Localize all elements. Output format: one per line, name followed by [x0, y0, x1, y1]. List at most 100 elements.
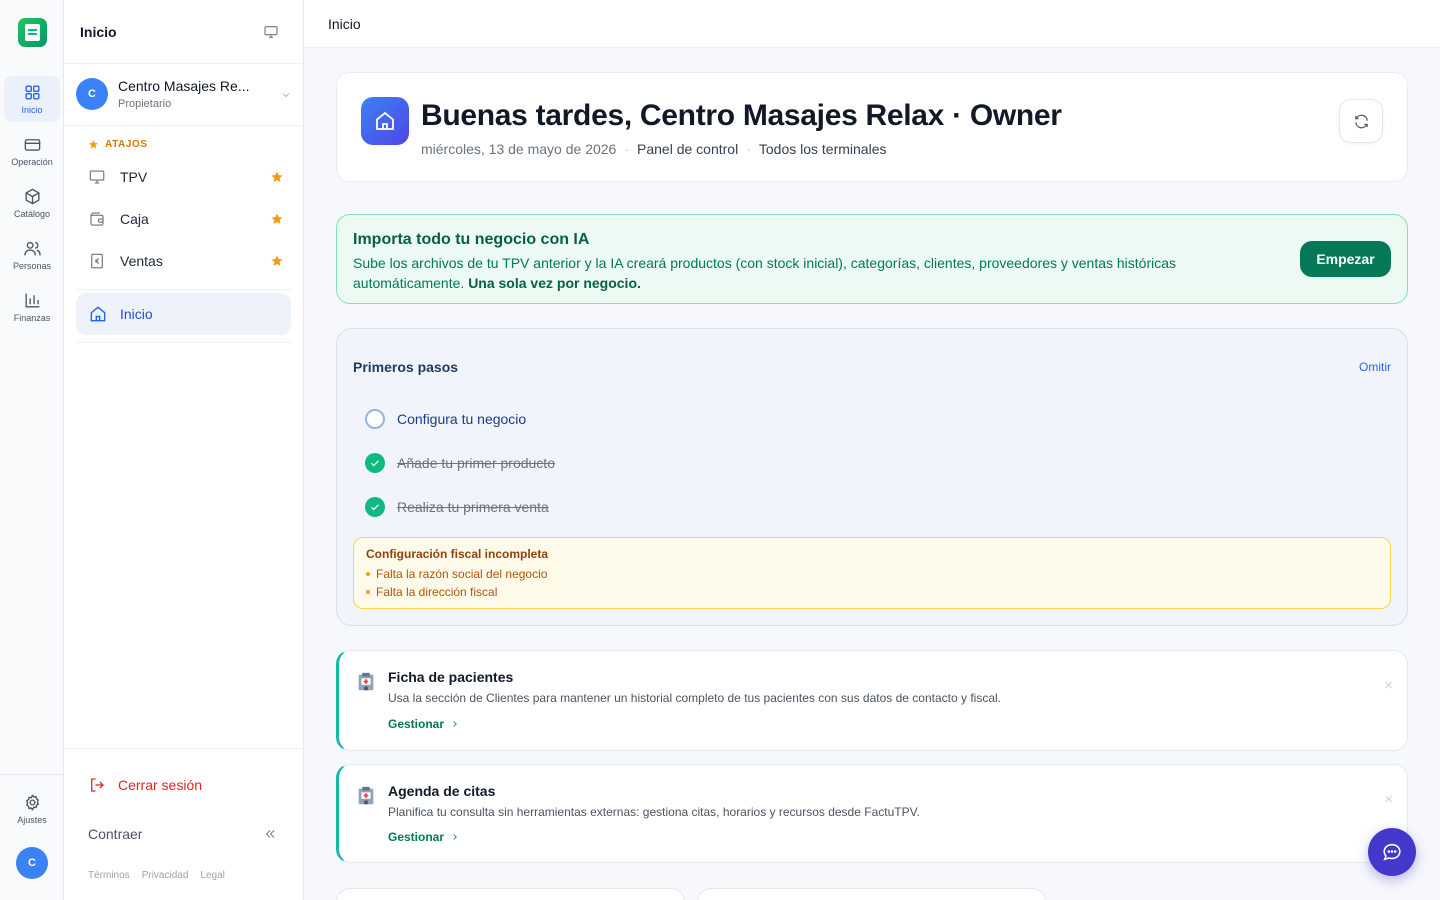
ai-import-banner: Importa todo tu negocio con IA Sube los … [336, 214, 1408, 304]
greeting-card: Buenas tardes, Centro Masajes Relax · Ow… [336, 72, 1408, 182]
manage-link[interactable]: Gestionar [388, 717, 460, 731]
shortcut-label: TPV [120, 169, 148, 185]
rail-item-operacion[interactable]: Operación [4, 128, 60, 174]
shortcut-caja[interactable]: Caja [88, 204, 284, 234]
tip-card-patients: Ficha de pacientes Usa la sección de Cli… [336, 650, 1408, 751]
hospital-icon [358, 786, 374, 805]
chat-icon [1383, 843, 1401, 861]
terms-link[interactable]: Términos [88, 870, 130, 881]
close-icon[interactable]: × [1384, 791, 1393, 808]
rail-item-finanzas[interactable]: Finanzas [4, 284, 60, 330]
manage-link[interactable]: Gestionar [388, 830, 460, 844]
separator-dot: · [624, 141, 630, 157]
user-avatar[interactable]: C [16, 847, 48, 879]
gear-icon [25, 794, 39, 811]
current-date: miércoles, 13 de mayo de 2026 [421, 141, 617, 157]
divider [76, 289, 292, 290]
start-import-button[interactable]: Empezar [1300, 241, 1391, 277]
refresh-button[interactable] [1339, 99, 1383, 143]
greeting-subtitle: miércoles, 13 de mayo de 2026 · Panel de… [421, 141, 887, 157]
terminals-label: Todos los terminales [758, 141, 887, 157]
home-icon [361, 97, 409, 145]
breadcrumb: Inicio [328, 16, 361, 32]
legal-links: Términos Privacidad Legal [88, 870, 225, 881]
tip-title: Agenda de citas [388, 783, 496, 799]
warning-item: Falta la razón social del negocio [366, 567, 547, 581]
fiscal-warning: Configuración fiscal incompleta Falta la… [353, 537, 1391, 609]
manage-link-label: Gestionar [388, 830, 445, 844]
onboarding-step[interactable]: Configura tu negocio [365, 409, 526, 429]
chevron-right-icon [453, 721, 457, 727]
close-icon[interactable]: × [1384, 677, 1393, 694]
warning-item-text: Falta la dirección fiscal [376, 585, 498, 599]
panel-label: Panel de control [637, 141, 739, 157]
onboarding-step[interactable]: Añade tu primer producto [365, 453, 555, 473]
warning-item: Falta la dirección fiscal [366, 585, 497, 599]
collapse-icon[interactable] [263, 827, 277, 841]
shortcut-label: Ventas [120, 253, 163, 269]
sidebar-title: Inicio [80, 24, 117, 40]
rail-item-personas[interactable]: Personas [4, 232, 60, 278]
check-icon [365, 497, 385, 517]
banner-text: Sube los archivos de tu TPV anterior y l… [353, 253, 1253, 293]
chat-button[interactable] [1368, 828, 1416, 876]
rail-item-ajustes[interactable]: Ajustes [4, 786, 60, 832]
app-rail: Inicio Operación Catálogo Personas Finan… [0, 0, 64, 900]
tip-card-appointments: Agenda de citas Planifica tu consulta si… [336, 764, 1408, 863]
step-label: Configura tu negocio [397, 411, 527, 427]
rail-item-label: Catálogo [13, 209, 51, 219]
rail-item-label: Inicio [21, 105, 43, 115]
rail-item-label: Ajustes [17, 815, 47, 825]
sidebar-header: Inicio [64, 0, 303, 64]
warning-title: Configuración fiscal incompleta [366, 547, 549, 561]
page-title: Buenas tardes, Centro Masajes Relax · Ow… [421, 99, 1062, 132]
step-label: Realiza tu primera venta [397, 499, 549, 515]
credit-card-icon [24, 139, 40, 151]
shortcut-tpv[interactable]: TPV [88, 162, 284, 192]
logout-icon [91, 778, 104, 792]
wallet-icon [90, 212, 104, 226]
monitor-icon [264, 26, 278, 38]
business-role: Propietario [118, 98, 172, 110]
tip-text: Usa la sección de Clientes para mantener… [388, 691, 1002, 705]
bullet [366, 572, 370, 576]
sidebar-item-inicio[interactable]: Inicio [76, 293, 291, 335]
star-icon[interactable] [270, 254, 284, 268]
box-icon [24, 188, 40, 205]
legal-link[interactable]: Legal [200, 870, 224, 881]
chevron-right-icon [453, 834, 457, 840]
business-avatar: C [76, 78, 108, 110]
privacy-link[interactable]: Privacidad [142, 870, 189, 881]
star-icon[interactable] [270, 170, 284, 184]
sidebar: Inicio C Centro Masajes Re... Propietari… [64, 0, 304, 900]
shortcut-ventas[interactable]: Ventas [88, 246, 284, 276]
onboarding-step[interactable]: Realiza tu primera venta [365, 497, 549, 517]
step-pending-icon [365, 409, 385, 429]
shortcut-label: Caja [120, 211, 149, 227]
chevron-down-icon [280, 88, 292, 100]
star-icon [89, 140, 98, 149]
star-icon[interactable] [270, 212, 284, 226]
receipt-icon [91, 253, 103, 269]
rail-item-catalogo[interactable]: Catálogo [4, 180, 60, 226]
stat-card [697, 888, 1046, 900]
logout-button[interactable]: Cerrar sesión [88, 776, 202, 794]
separator-dot: · [746, 141, 751, 157]
divider [76, 342, 292, 343]
monitor-icon [89, 170, 105, 184]
rail-item-inicio[interactable]: Inicio [4, 76, 60, 122]
business-selector[interactable]: C Centro Masajes Re... Propietario [64, 64, 304, 126]
rail-divider [0, 774, 63, 775]
sidebar-item-label: Inicio [120, 306, 153, 322]
business-name: Centro Masajes Re... [118, 78, 250, 94]
onboarding-title: Primeros pasos [353, 359, 459, 375]
app-logo[interactable] [18, 18, 47, 47]
rail-item-label: Personas [12, 261, 52, 271]
rail-item-label: Finanzas [13, 313, 51, 323]
warning-item-text: Falta la razón social del negocio [376, 567, 548, 581]
skip-button[interactable]: Omitir [1359, 360, 1391, 374]
collapse-label[interactable]: Contraer [88, 826, 142, 842]
tip-title: Ficha de pacientes [388, 669, 514, 685]
home-icon [90, 306, 106, 322]
display-mode-button[interactable] [263, 24, 279, 40]
